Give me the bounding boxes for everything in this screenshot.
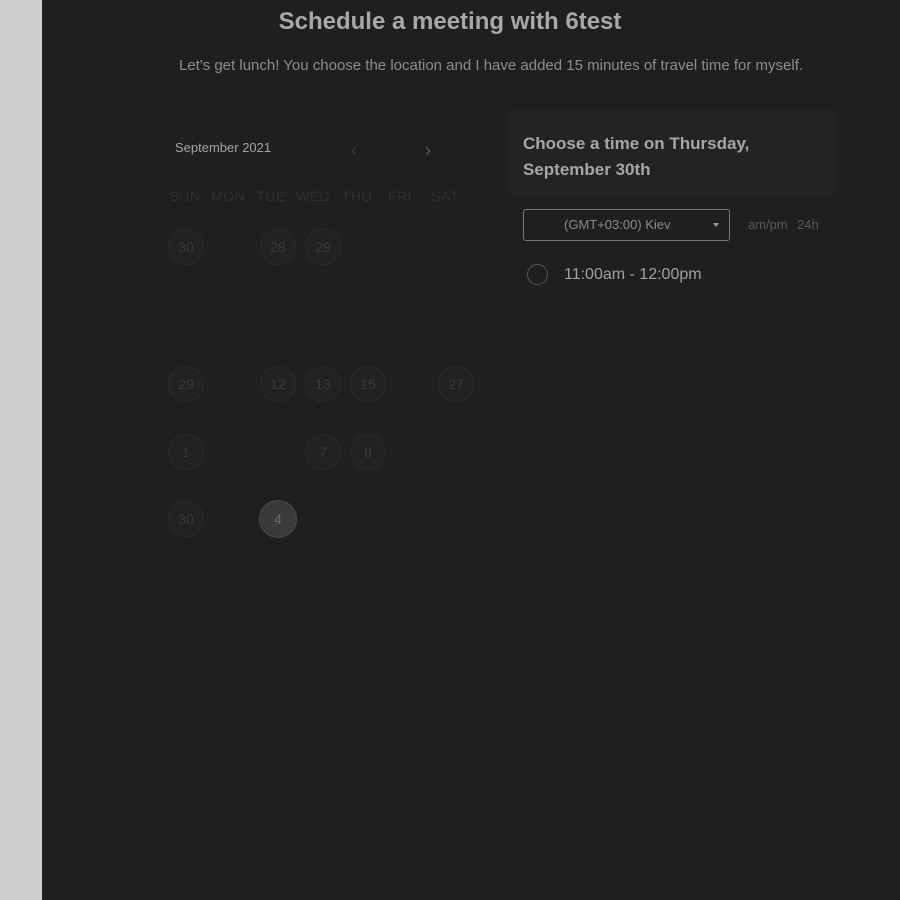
timezone-select[interactable]: (GMT+03:00) Kiev [523,209,730,241]
calendar-day[interactable]: 7 [305,434,341,470]
time-slot-radio[interactable] [527,264,548,285]
sidebar-strip [0,0,42,900]
meeting-description: Let's get lunch! You choose the location… [178,57,804,74]
calendar-day[interactable]: 12 [260,366,296,402]
calendar-day[interactable]: 29 [305,229,341,265]
calendar-day[interactable]: 15 [350,366,386,402]
weekday-tue: TUE [256,188,286,204]
weekday-mon: MON [210,188,246,204]
weekday-header: SUN MON TUE WED THU FRI SAT [162,188,482,208]
weekday-thu: THU [341,188,373,204]
weekday-fri: FRI [387,188,413,204]
timezone-value: (GMT+03:00) Kiev [564,217,671,232]
calendar-day[interactable]: 30 [168,229,204,265]
format-ampm-toggle[interactable]: am/pm [748,217,788,232]
calendar-day[interactable]: 28 [260,229,296,265]
calendar-day[interactable]: 29 [168,366,204,402]
weekday-sun: SUN [169,188,201,204]
weekday-wed: WED [295,188,331,204]
caret-down-icon [713,223,719,227]
calendar-day[interactable]: 8 [350,434,386,470]
calendar-day[interactable]: 27 [438,366,474,402]
page-title: Schedule a meeting with 6test [278,8,622,35]
previous-month-icon[interactable]: ‹ [351,140,357,160]
next-month-icon[interactable]: › [425,140,431,160]
format-24h-toggle[interactable]: 24h [797,217,819,232]
calendar-month-label: September 2021 [175,140,272,155]
calendar-day[interactable]: 13 [305,366,341,402]
calendar-day[interactable]: 1 [168,434,204,470]
calendar-day[interactable]: 30 [168,501,204,537]
calendar-day-selected[interactable]: 4 [259,500,297,538]
time-slot-label[interactable]: 11:00am - 12:00pm [564,264,702,286]
weekday-sat: SAT [431,188,459,204]
time-panel-heading: Choose a time on Thursday, September 30t… [523,134,750,179]
